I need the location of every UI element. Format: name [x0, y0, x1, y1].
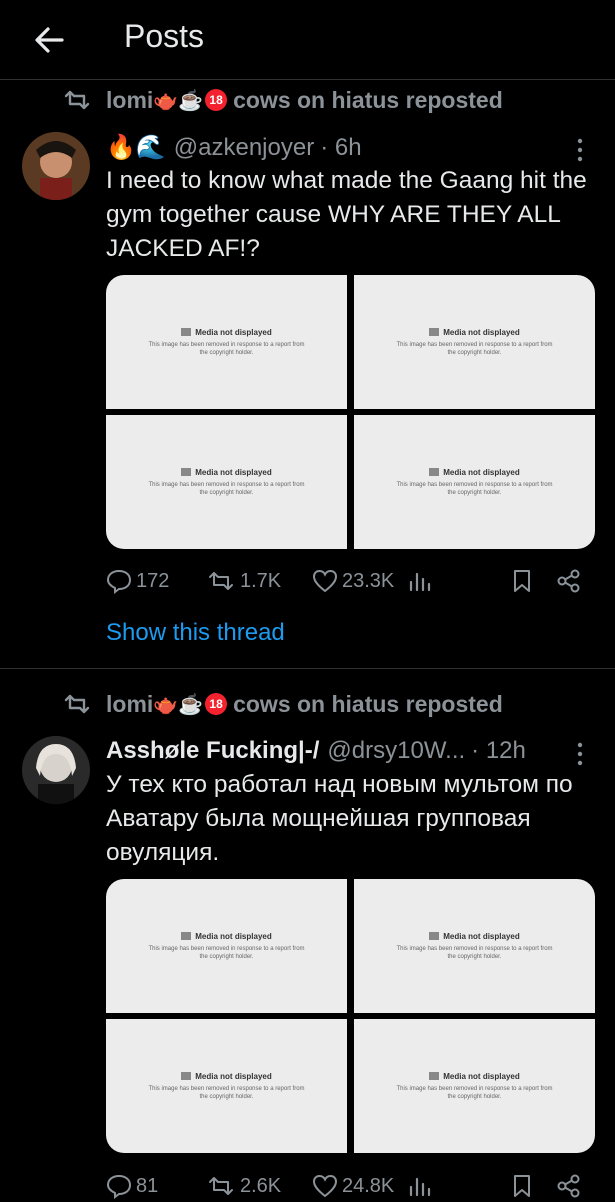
teapot-emoji-icon: 🫖☕ — [153, 89, 204, 112]
reply-button[interactable]: 81 — [106, 1170, 158, 1202]
author-line: 🔥🌊 @azkenjoyer · 6h — [106, 133, 362, 162]
post-time: · 12h — [471, 737, 526, 764]
image-icon — [429, 468, 440, 476]
repost-user: lomi — [106, 690, 154, 717]
author-handle[interactable]: @drsy10W... — [327, 737, 465, 765]
repost-suffix: cows on hiatus reposted — [233, 690, 503, 717]
views-icon — [409, 1177, 431, 1197]
reply-count: 81 — [136, 1174, 159, 1197]
author-name[interactable]: Asshøle Fucking|-/ — [106, 737, 319, 765]
media-tile[interactable]: Media not displayed This image has been … — [354, 879, 595, 1013]
share-button[interactable] — [556, 565, 586, 597]
eighteen-plus-icon: 18 — [205, 89, 228, 111]
post-divider — [0, 668, 615, 669]
media-tile[interactable]: Media not displayed This image has been … — [354, 1019, 595, 1153]
repost-icon — [209, 1177, 233, 1195]
share-button[interactable] — [556, 1170, 586, 1202]
author-line: Asshøle Fucking|-/ @drsy10W... · 12h — [106, 737, 526, 765]
views-icon — [409, 572, 431, 592]
image-icon — [181, 468, 192, 476]
more-options-icon[interactable] — [574, 739, 586, 769]
image-icon — [429, 1072, 440, 1080]
repost-button[interactable]: 1.7K — [206, 565, 281, 597]
show-thread-link[interactable]: Show this thread — [106, 619, 285, 647]
repost-user: lomi — [106, 86, 154, 113]
media-tile[interactable]: Media not displayed This image has been … — [106, 275, 347, 409]
media-tile[interactable]: Media not displayed This image has been … — [354, 275, 595, 409]
reply-icon — [106, 1174, 132, 1199]
more-options-icon[interactable] — [574, 135, 586, 165]
reply-count: 172 — [136, 569, 170, 592]
back-arrow-icon[interactable] — [30, 20, 70, 60]
image-icon — [429, 328, 440, 336]
avatar[interactable] — [22, 132, 90, 200]
repost-indicator[interactable]: lomi 🫖☕ 18 cows on hiatus reposted — [62, 86, 503, 114]
like-count: 23.3K — [342, 569, 395, 592]
post-text: У тех кто работал над новым мультом по А… — [106, 771, 573, 866]
post-time: · 6h — [320, 133, 362, 161]
repost-icon — [209, 572, 233, 590]
repost-count: 2.6K — [240, 1174, 282, 1197]
image-icon — [181, 328, 192, 336]
repost-indicator[interactable]: lomi 🫖☕ 18 cows on hiatus reposted — [62, 690, 503, 718]
bookmark-icon — [514, 1175, 530, 1197]
page-title: Posts — [124, 18, 205, 54]
author-emoji: 🔥🌊 — [106, 134, 166, 161]
heart-icon — [312, 569, 338, 593]
author-handle[interactable]: @azkenjoyer — [174, 134, 314, 162]
eighteen-plus-icon: 18 — [205, 693, 228, 715]
image-icon — [429, 932, 440, 940]
post-text: I need to know what made the Gaang hit t… — [106, 167, 587, 262]
repost-button[interactable]: 2.6K — [206, 1170, 281, 1202]
repost-count: 1.7K — [240, 569, 282, 592]
views-button[interactable] — [408, 565, 436, 597]
bookmark-button[interactable] — [511, 1170, 537, 1202]
image-icon — [181, 932, 192, 940]
media-tile[interactable]: Media not displayed This image has been … — [106, 1019, 347, 1153]
reply-button[interactable]: 172 — [106, 565, 169, 597]
bookmark-icon — [514, 570, 530, 592]
like-button[interactable]: 23.3K — [312, 565, 394, 597]
reply-icon — [106, 569, 132, 594]
top-bar: Posts — [0, 0, 615, 80]
views-button[interactable] — [408, 1170, 436, 1202]
media-tile[interactable]: Media not displayed This image has been … — [354, 415, 595, 549]
media-tile[interactable]: Media not displayed This image has been … — [106, 879, 347, 1013]
repost-icon — [64, 90, 90, 110]
like-count: 24.8K — [342, 1174, 395, 1197]
image-icon — [181, 1072, 192, 1080]
like-button[interactable]: 24.8K — [312, 1170, 394, 1202]
action-bar: 172 1.7K 23.3K — [106, 565, 596, 597]
media-tile[interactable]: Media not displayed This image has been … — [106, 415, 347, 549]
media-grid[interactable]: Media not displayed This image has been … — [106, 879, 595, 1153]
repost-suffix: cows on hiatus reposted — [233, 86, 503, 113]
repost-icon — [64, 694, 90, 714]
heart-icon — [312, 1174, 338, 1198]
teapot-emoji-icon: 🫖☕ — [153, 693, 204, 716]
share-icon — [557, 569, 580, 593]
avatar[interactable] — [22, 736, 90, 804]
media-grid[interactable]: Media not displayed This image has been … — [106, 275, 595, 549]
share-icon — [557, 1174, 580, 1198]
action-bar: 81 2.6K 24.8K — [106, 1170, 596, 1202]
bookmark-button[interactable] — [511, 565, 537, 597]
